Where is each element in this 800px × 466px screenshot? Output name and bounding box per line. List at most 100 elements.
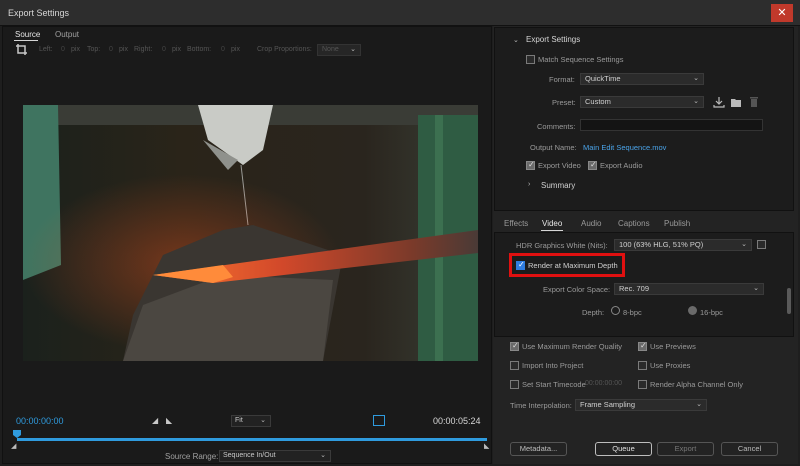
save-preset-icon[interactable] [713, 96, 725, 108]
title-bar: Export Settings ✕ [0, 0, 800, 26]
crop-proportions-value: None [322, 46, 339, 53]
use-previews-label: Use Previews [650, 342, 696, 351]
hdr-white-value: 100 (63% HLG, 51% PQ) [619, 240, 704, 249]
delete-preset-icon[interactable] [749, 96, 759, 108]
depth-8-radio[interactable] [611, 306, 620, 315]
import-into-project-checkbox[interactable] [510, 361, 519, 370]
window-title: Export Settings [8, 8, 70, 18]
collapse-chevron-icon[interactable]: ⌄ [513, 36, 519, 44]
close-button[interactable]: ✕ [771, 4, 793, 22]
active-tab-indicator [14, 40, 38, 41]
video-preview [23, 105, 478, 361]
crop-left-value[interactable]: 0 [61, 46, 65, 53]
chevron-down-icon: ⌄ [350, 46, 356, 53]
import-preset-icon[interactable] [730, 96, 742, 108]
preset-dropdown[interactable]: Custom ⌄ [580, 96, 704, 108]
crop-unit: pix [231, 46, 240, 53]
crop-top-value[interactable]: 0 [109, 46, 113, 53]
out-point-icon[interactable]: ◣ [484, 442, 489, 450]
crop-bottom-label: Bottom: [187, 46, 212, 53]
active-tab-indicator [541, 230, 563, 231]
queue-button[interactable]: Queue [595, 442, 652, 456]
scrollbar-thumb[interactable] [787, 288, 791, 314]
in-point-icon[interactable]: ◢ [11, 442, 16, 450]
export-button[interactable]: Export [657, 442, 714, 456]
use-previews-checkbox[interactable] [638, 341, 647, 351]
tab-captions[interactable]: Captions [618, 219, 650, 228]
time-interpolation-label: Time Interpolation: [510, 401, 572, 410]
crop-proportions-label: Crop Proportions: [257, 46, 312, 53]
metadata-button[interactable]: Metadata... [510, 442, 567, 456]
chevron-down-icon: ⌄ [693, 75, 699, 82]
depth-16-radio[interactable] [688, 306, 697, 315]
crop-bottom-value[interactable]: 0 [221, 46, 225, 53]
cancel-button[interactable]: Cancel [721, 442, 778, 456]
crop-unit: pix [71, 46, 80, 53]
zoom-dropdown[interactable]: Fit ⌄ [231, 415, 271, 427]
timecode-start[interactable]: 00:00:00:00 [16, 416, 64, 426]
tab-source[interactable]: Source [15, 30, 40, 39]
format-dropdown[interactable]: QuickTime ⌄ [580, 73, 704, 85]
render-alpha-checkbox[interactable] [638, 380, 647, 389]
render-max-depth-checkbox[interactable] [516, 260, 525, 270]
hdr-white-dropdown[interactable]: 100 (63% HLG, 51% PQ) ⌄ [614, 239, 752, 251]
timecode-end: 00:00:05:24 [433, 416, 481, 426]
time-interpolation-dropdown[interactable]: Frame Sampling ⌄ [575, 399, 707, 411]
match-sequence-checkbox[interactable] [526, 55, 535, 64]
safe-margins-icon[interactable] [373, 415, 385, 426]
output-name-label: Output Name: [530, 143, 577, 152]
set-start-timecode-checkbox[interactable] [510, 380, 519, 389]
crop-proportions-dropdown[interactable]: None ⌄ [317, 44, 361, 56]
export-audio-checkbox[interactable] [588, 160, 597, 170]
crop-icon[interactable] [15, 43, 29, 57]
import-into-project-label: Import Into Project [522, 361, 584, 370]
depth-16-label: 16-bpc [700, 308, 723, 317]
crop-unit: pix [172, 46, 181, 53]
mark-out-icon[interactable]: ◣ [166, 416, 172, 425]
tab-effects[interactable]: Effects [504, 219, 528, 228]
color-space-dropdown[interactable]: Rec. 709 ⌄ [614, 283, 764, 295]
comments-input[interactable] [580, 119, 763, 131]
start-timecode-value[interactable]: 00:00:00:00 [585, 380, 622, 387]
video-frame-image [23, 105, 478, 361]
format-value: QuickTime [585, 74, 621, 83]
render-max-depth-label: Render at Maximum Depth [528, 261, 618, 270]
source-range-label: Source Range: [165, 452, 219, 461]
chevron-down-icon: ⌄ [696, 401, 702, 408]
time-interpolation-value: Frame Sampling [580, 400, 636, 409]
summary-header[interactable]: Summary [541, 181, 575, 190]
chevron-down-icon: ⌄ [260, 417, 266, 424]
tab-output[interactable]: Output [55, 30, 79, 39]
settings-panel: ⌄ Export Settings Match Sequence Setting… [493, 26, 798, 464]
use-proxies-label: Use Proxies [650, 361, 691, 370]
playhead-icon[interactable] [13, 430, 21, 438]
chevron-down-icon: ⌄ [693, 98, 699, 105]
max-render-quality-checkbox[interactable] [510, 341, 519, 351]
crop-top-label: Top: [87, 46, 101, 53]
match-sequence-label: Match Sequence Settings [538, 55, 624, 64]
export-video-checkbox[interactable] [526, 160, 535, 170]
export-audio-label: Export Audio [600, 161, 643, 170]
tab-audio[interactable]: Audio [581, 219, 601, 228]
use-proxies-checkbox[interactable] [638, 361, 647, 370]
tab-publish[interactable]: Publish [664, 219, 690, 228]
tab-video[interactable]: Video [542, 219, 562, 228]
export-video-label: Export Video [538, 161, 581, 170]
output-name-link[interactable]: Main Edit Sequence.mov [583, 143, 666, 152]
chevron-down-icon: ⌄ [741, 241, 747, 248]
source-range-value: Sequence In/Out [223, 452, 276, 459]
mark-in-icon[interactable]: ◢ [152, 416, 158, 425]
source-range-dropdown[interactable]: Sequence In/Out ⌄ [219, 450, 331, 462]
expand-chevron-icon[interactable]: › [528, 181, 530, 188]
comments-label: Comments: [537, 122, 576, 131]
preview-panel: Source Output Left: 0 pix Top: 0 pix Rig… [2, 26, 492, 464]
crop-right-value[interactable]: 0 [162, 46, 166, 53]
set-start-timecode-label: Set Start Timecode [522, 380, 586, 389]
hdr-checkbox[interactable] [757, 240, 766, 249]
crop-toolbar: Left: 0 pix Top: 0 pix Right: 0 pix Bott… [9, 43, 489, 59]
color-space-label: Export Color Space: [543, 285, 611, 294]
hdr-white-label: HDR Graphics White (Nits): [516, 241, 608, 250]
format-label: Format: [549, 75, 575, 84]
chevron-down-icon: ⌄ [320, 452, 326, 459]
timeline-track[interactable] [17, 438, 487, 441]
